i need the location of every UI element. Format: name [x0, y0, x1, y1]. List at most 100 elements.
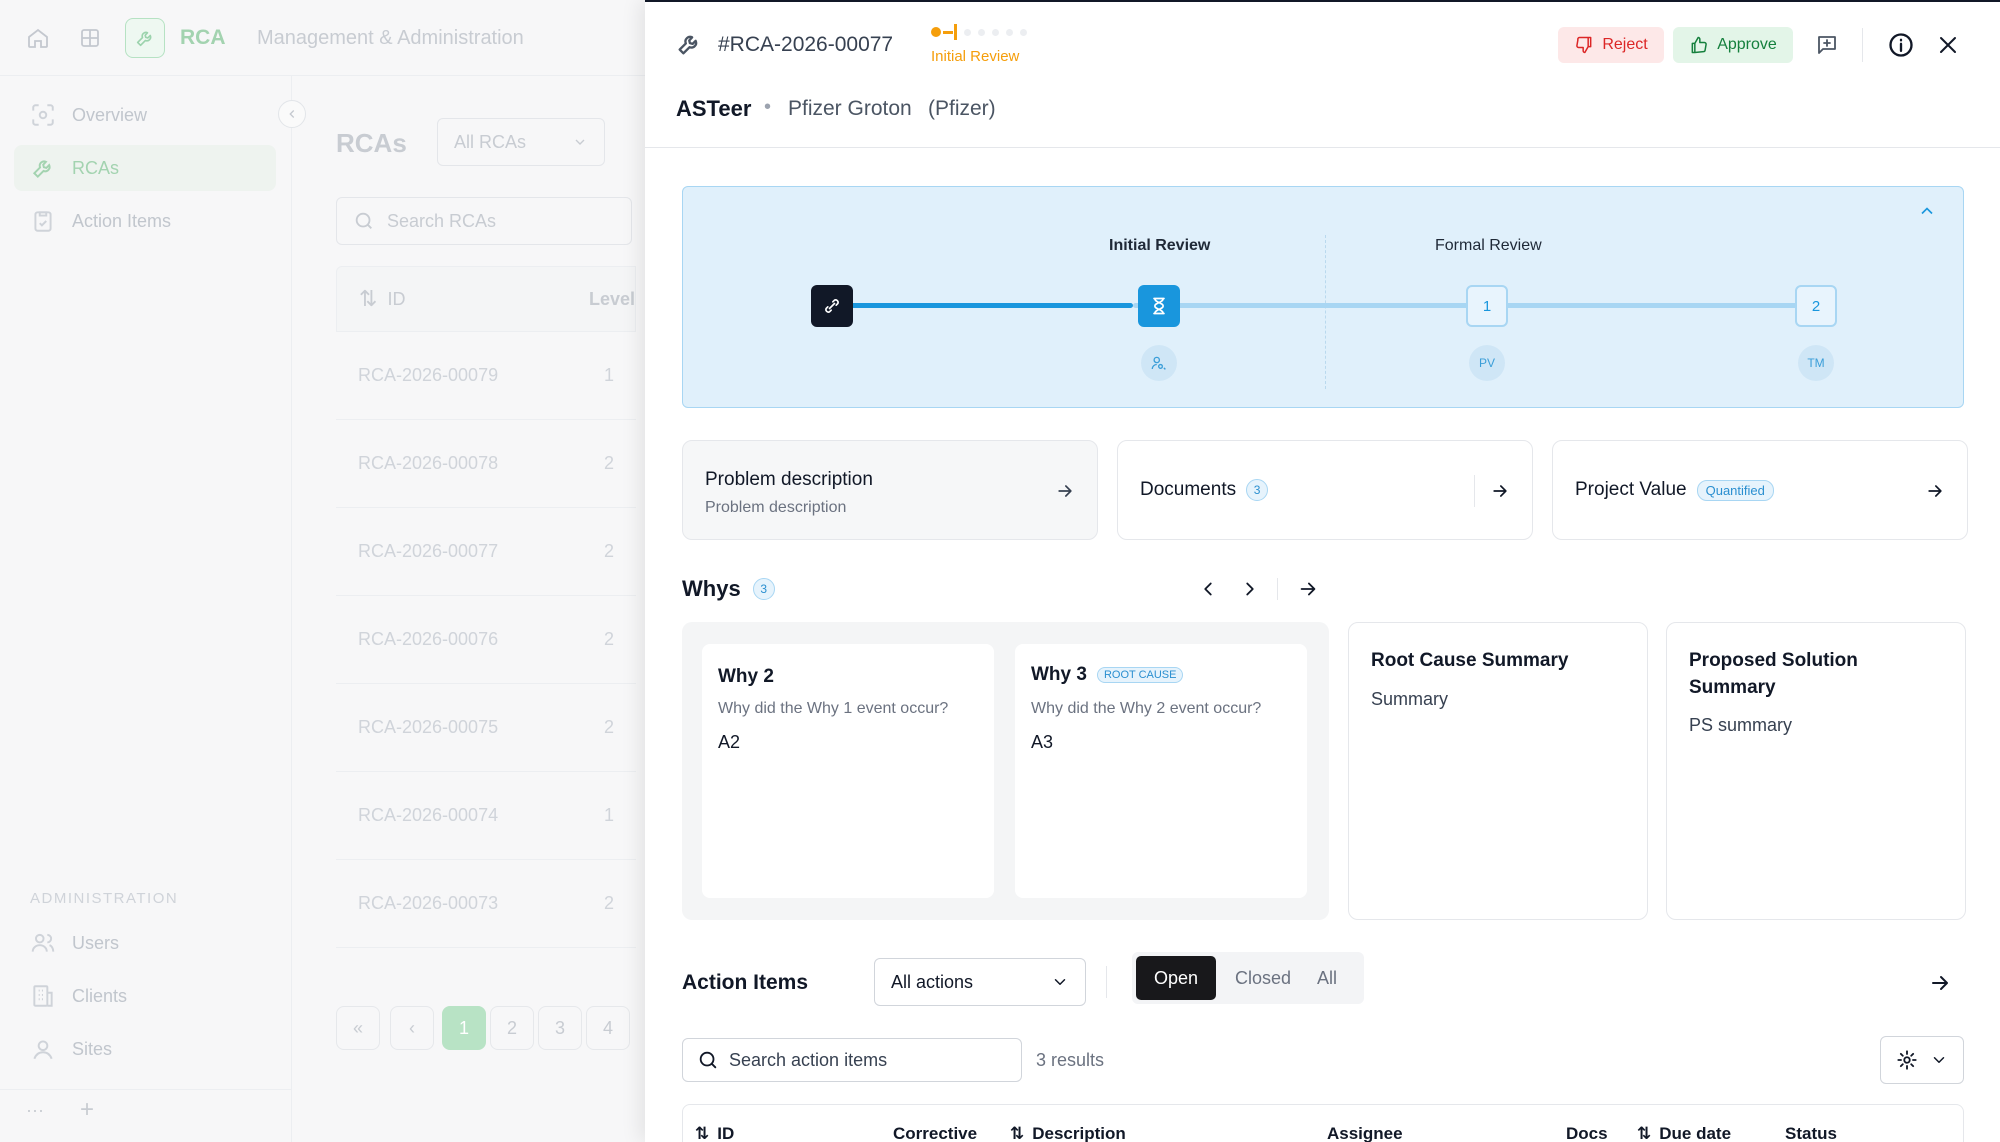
- info-icon[interactable]: [1887, 31, 1915, 59]
- chevron-left-icon[interactable]: [1197, 578, 1219, 600]
- proposed-solution-card[interactable]: Proposed Solution Summary PS summary: [1666, 622, 1966, 920]
- wrench-icon: [678, 35, 698, 55]
- timeline-step-1[interactable]: 1: [1466, 285, 1508, 327]
- row-level: 1: [603, 805, 614, 825]
- tab-all[interactable]: All: [1302, 956, 1352, 1000]
- page-3-button[interactable]: 3: [538, 1006, 582, 1050]
- sidebar-item-rcas[interactable]: RCAs: [14, 145, 276, 191]
- progress-dot-done: [931, 27, 941, 37]
- documents-card[interactable]: Documents 3: [1117, 440, 1533, 540]
- sidebar-item-sites[interactable]: Sites: [14, 1026, 276, 1072]
- root-cause-title: Root Cause Summary: [1371, 650, 1569, 671]
- approve-button[interactable]: Approve: [1673, 27, 1793, 63]
- wrench-icon: [136, 31, 152, 47]
- page-2-button[interactable]: 2: [490, 1006, 534, 1050]
- col-id[interactable]: ⇅ ID: [695, 1124, 734, 1142]
- col-id-label: ID: [717, 1124, 735, 1142]
- rca-search-input[interactable]: Search RCAs: [336, 197, 632, 245]
- timeline-progress-line: [833, 303, 1133, 308]
- why-question: Why did the Why 2 event occur?: [1031, 700, 1262, 717]
- row-level: 2: [603, 541, 614, 561]
- row-id: RCA-2026-00076: [358, 629, 499, 649]
- arrow-right-icon[interactable]: [1928, 971, 1952, 995]
- action-filter-select[interactable]: All actions: [874, 958, 1086, 1006]
- collapse-sidebar-button[interactable]: [278, 100, 306, 128]
- users-icon: [31, 933, 55, 952]
- arrow-right-icon[interactable]: [1490, 481, 1510, 501]
- tab-closed[interactable]: Closed: [1228, 956, 1298, 1000]
- grid-icon[interactable]: [78, 26, 102, 50]
- clipboard-check-icon: [34, 211, 52, 232]
- table-row[interactable]: RCA-2026-00079 1: [336, 332, 636, 420]
- project-value-card[interactable]: Project Value Quantified: [1552, 440, 1968, 540]
- col-docs-label: Docs: [1566, 1124, 1608, 1142]
- documents-count: 3: [1246, 479, 1269, 501]
- rca-detail-drawer: #RCA-2026-00077 Initial Review Reject Ap…: [645, 0, 2000, 1142]
- table-row[interactable]: RCA-2026-00073 2: [336, 860, 636, 948]
- add-button[interactable]: +: [80, 1096, 94, 1124]
- col-corrective[interactable]: Corrective: [893, 1124, 977, 1142]
- rca-filter-select[interactable]: All RCAs: [437, 118, 605, 166]
- chevron-down-icon: [575, 139, 585, 145]
- why-heading: Why 3 ROOT CAUSE: [1031, 664, 1184, 686]
- reviewer-pv[interactable]: PV: [1469, 345, 1505, 381]
- tab-open[interactable]: Open: [1136, 956, 1216, 1000]
- root-cause-badge: ROOT CAUSE: [1096, 667, 1184, 683]
- sidebar-item-clients[interactable]: Clients: [14, 973, 276, 1019]
- chevron-right-icon[interactable]: [1239, 578, 1261, 600]
- table-row[interactable]: RCA-2026-00078 2: [336, 420, 636, 508]
- col-level[interactable]: Level: [589, 289, 635, 310]
- page-1-button[interactable]: 1: [442, 1006, 486, 1050]
- timeline-current-node[interactable]: [1138, 285, 1180, 327]
- arrow-right-icon[interactable]: [1297, 578, 1319, 600]
- status-label: Initial Review: [931, 48, 1020, 65]
- table-row[interactable]: RCA-2026-00074 1: [336, 772, 636, 860]
- progress-dot: [978, 28, 985, 36]
- problem-description-card[interactable]: Problem description Problem description: [682, 440, 1098, 540]
- sidebar-item-overview[interactable]: Overview: [14, 92, 276, 138]
- reviewer-avatar[interactable]: [1141, 345, 1177, 381]
- reviewer-tm[interactable]: TM: [1798, 345, 1834, 381]
- table-row[interactable]: RCA-2026-00075 2: [336, 684, 636, 772]
- reject-button[interactable]: Reject: [1558, 27, 1664, 63]
- project-value-title: Project Value: [1575, 479, 1687, 500]
- row-level: 2: [603, 717, 614, 737]
- col-due-date[interactable]: ⇅ Due date: [1637, 1124, 1731, 1142]
- first-page-button[interactable]: «: [336, 1006, 380, 1050]
- page-4-button[interactable]: 4: [586, 1006, 630, 1050]
- table-row[interactable]: RCA-2026-00076 2: [336, 596, 636, 684]
- client-name: (Pfizer): [928, 97, 996, 120]
- root-cause-summary-card[interactable]: Root Cause Summary Summary: [1348, 622, 1648, 920]
- home-icon[interactable]: [26, 26, 50, 50]
- drawer-header: #RCA-2026-00077 Initial Review Reject Ap…: [645, 0, 2000, 148]
- search-icon: [699, 1051, 717, 1069]
- col-docs[interactable]: Docs: [1566, 1124, 1608, 1142]
- action-search-input[interactable]: Search action items: [682, 1038, 1022, 1082]
- prev-page-button[interactable]: ‹: [390, 1006, 434, 1050]
- table-row[interactable]: RCA-2026-00077 2: [336, 508, 636, 596]
- close-icon[interactable]: [1936, 33, 1960, 57]
- col-assignee[interactable]: Assignee: [1327, 1124, 1403, 1142]
- timeline-start-node[interactable]: [811, 285, 853, 327]
- table-settings-button[interactable]: [1880, 1036, 1964, 1084]
- timeline-step-2[interactable]: 2: [1795, 285, 1837, 327]
- row-id: RCA-2026-00077: [358, 541, 499, 561]
- chevron-up-icon[interactable]: [1917, 201, 1937, 221]
- whys-count: 3: [752, 578, 775, 600]
- progress-dot: [964, 28, 971, 36]
- why-title: Why 2: [718, 666, 774, 687]
- add-comment-icon[interactable]: [1815, 33, 1839, 57]
- sort-icon[interactable]: ⇅: [359, 286, 377, 312]
- more-button[interactable]: ···: [26, 1100, 44, 1121]
- col-description[interactable]: ⇅ Description: [1010, 1124, 1126, 1142]
- documents-title: Documents: [1140, 479, 1237, 500]
- why-card[interactable]: Why 2 Why did the Why 1 event occur? A2: [702, 644, 994, 898]
- action-filter-value: All actions: [891, 971, 974, 992]
- sidebar-item-users[interactable]: Users: [14, 920, 276, 966]
- why-answer: A3: [1031, 732, 1054, 752]
- section-title: Management & Administration: [257, 27, 524, 49]
- why-card[interactable]: Why 3 ROOT CAUSE Why did the Why 2 event…: [1015, 644, 1307, 898]
- col-id[interactable]: ID: [387, 289, 405, 310]
- col-status[interactable]: Status: [1785, 1124, 1837, 1142]
- sidebar-item-action-items[interactable]: Action Items: [14, 198, 276, 244]
